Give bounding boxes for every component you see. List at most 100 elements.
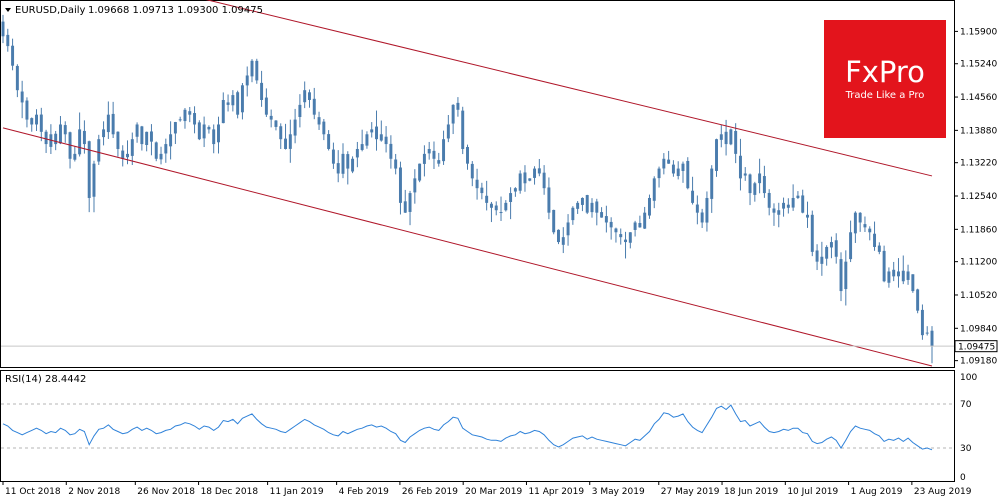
candle-body xyxy=(916,289,920,311)
candle-body xyxy=(154,142,158,159)
candle-body xyxy=(202,124,206,139)
candle-body xyxy=(533,168,537,178)
candle-body xyxy=(312,98,316,115)
candle-body xyxy=(126,153,129,158)
candle-body xyxy=(456,102,460,110)
candle-body xyxy=(303,90,307,103)
time-tick-label: 11 Jan 2019 xyxy=(270,487,324,497)
candle-body xyxy=(193,113,197,125)
candle-body xyxy=(609,221,613,228)
candle-body xyxy=(446,124,450,139)
candle-body xyxy=(288,134,292,149)
candle-body xyxy=(509,193,513,202)
candle-body xyxy=(820,256,824,264)
price-tick-label: 1.15900 xyxy=(960,27,997,37)
candle-body xyxy=(705,197,709,223)
candle-body xyxy=(341,153,345,174)
candle-body xyxy=(451,104,455,124)
candle-body xyxy=(911,274,915,292)
candle-body xyxy=(806,214,809,218)
candle-body xyxy=(63,125,67,135)
candle-body xyxy=(159,153,163,160)
candle-body xyxy=(145,131,149,145)
candle-body xyxy=(375,126,378,140)
candle-body xyxy=(844,261,848,290)
candle-body xyxy=(858,212,862,223)
candle-body xyxy=(106,114,110,133)
candle-body xyxy=(461,110,465,149)
candle-body xyxy=(437,160,441,164)
rsi-axis-label: 70 xyxy=(960,400,972,410)
candle-body xyxy=(370,129,374,133)
candle-body xyxy=(394,159,398,169)
candle-body xyxy=(662,158,666,169)
candle-body xyxy=(149,131,153,142)
candle-body xyxy=(853,212,857,234)
candle-body xyxy=(307,92,311,100)
candle-body xyxy=(796,195,800,198)
candle-body xyxy=(686,160,690,189)
candle-body xyxy=(398,167,402,203)
candle-body xyxy=(221,99,225,124)
candle-body xyxy=(6,34,10,47)
candle-body xyxy=(643,212,647,229)
time-tick-label: 20 Mar 2019 xyxy=(465,487,522,497)
candle-body xyxy=(197,122,201,140)
candle-body xyxy=(39,114,43,132)
time-tick-label: 4 Feb 2019 xyxy=(339,487,390,497)
candle-body xyxy=(1,21,5,37)
logo-brand: FxPro xyxy=(845,55,925,89)
candle-body xyxy=(777,210,781,215)
candle-body xyxy=(236,92,240,115)
price-tick-label: 1.13880 xyxy=(960,126,997,136)
candle-body xyxy=(614,228,618,233)
candle-body xyxy=(317,117,321,125)
candle-body xyxy=(580,197,584,205)
candle-body xyxy=(758,173,762,184)
candle-body xyxy=(226,102,230,105)
candle-body xyxy=(772,208,776,213)
candle-body xyxy=(547,187,551,213)
candle-body xyxy=(877,245,881,252)
candle-body xyxy=(135,124,139,137)
candle-body xyxy=(293,119,297,136)
candle-body xyxy=(849,232,853,260)
rsi-axis-label: 30 xyxy=(960,444,972,454)
rsi-pane[interactable] xyxy=(0,370,955,482)
time-tick-label: 3 May 2019 xyxy=(592,487,645,497)
candle-body xyxy=(566,222,570,236)
candle-body xyxy=(97,139,101,162)
candle-body xyxy=(322,121,326,135)
candle-body xyxy=(600,212,604,218)
candle-body xyxy=(863,224,867,228)
time-tick-label: 26 Feb 2019 xyxy=(402,487,458,497)
candle-body xyxy=(753,183,757,195)
candle-body xyxy=(121,150,125,159)
candle-body xyxy=(82,130,86,145)
candle-body xyxy=(169,134,173,147)
candle-body xyxy=(628,232,632,243)
ohlc-values: 1.09668 1.09713 1.09300 1.09475 xyxy=(88,5,263,16)
candle-body xyxy=(245,75,249,86)
candle-body xyxy=(518,173,522,191)
time-tick-label: 2 Nov 2018 xyxy=(68,487,120,497)
candle-body xyxy=(801,195,805,213)
time-tick-label: 11 Apr 2019 xyxy=(528,487,584,497)
candle-body xyxy=(719,134,723,140)
candle-body xyxy=(590,202,594,213)
price-tick-label: 1.09180 xyxy=(960,357,997,367)
candle-body xyxy=(920,309,924,336)
candle-body xyxy=(111,113,115,135)
time-tick-label: 18 Dec 2018 xyxy=(201,487,259,497)
candle-body xyxy=(604,216,608,223)
candle-body xyxy=(729,129,733,145)
candle-body xyxy=(839,259,843,292)
price-tick-label: 1.15240 xyxy=(960,60,997,70)
candle-body xyxy=(638,222,642,228)
price-tick-label: 1.12540 xyxy=(960,192,997,202)
candle-body xyxy=(715,139,718,171)
candle-body xyxy=(652,178,656,201)
candle-body xyxy=(231,95,235,106)
candle-body xyxy=(240,85,244,113)
candle-body xyxy=(365,134,369,146)
